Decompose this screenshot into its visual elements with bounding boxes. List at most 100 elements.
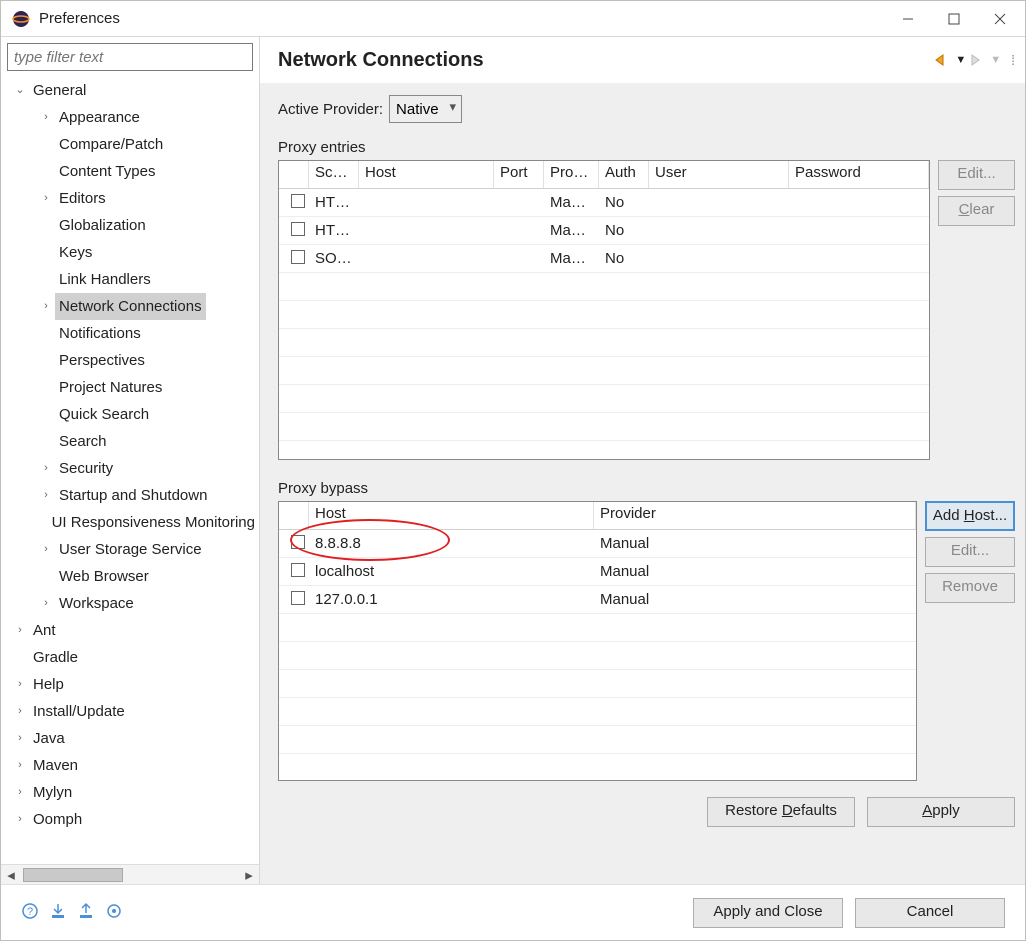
chevron-right-icon[interactable]: ›: [37, 482, 55, 509]
tree-item-maven[interactable]: ›Maven: [1, 752, 259, 779]
chevron-right-icon[interactable]: ›: [37, 536, 55, 563]
col-bypass-host[interactable]: Host: [309, 502, 594, 529]
sidebar-horizontal-scrollbar[interactable]: ◂ ▸: [1, 864, 259, 884]
col-password[interactable]: Password: [789, 161, 929, 188]
tree-item-oomph[interactable]: ›Oomph: [1, 806, 259, 833]
tree-item-globalization[interactable]: Globalization: [1, 212, 259, 239]
scroll-left-icon[interactable]: ◂: [1, 866, 21, 884]
preferences-window: Preferences ⌄General›AppearanceCompare/P…: [0, 0, 1026, 941]
tree-item-ui-responsiveness-monitoring[interactable]: UI Responsiveness Monitoring: [1, 509, 259, 536]
tree-item-label: Editors: [55, 185, 110, 212]
col-scheme[interactable]: Sch…: [309, 161, 359, 188]
tree-item-keys[interactable]: Keys: [1, 239, 259, 266]
tree-item-quick-search[interactable]: Quick Search: [1, 401, 259, 428]
table-row[interactable]: HT…Ma…No: [279, 217, 929, 245]
col-auth[interactable]: Auth: [599, 161, 649, 188]
chevron-right-icon[interactable]: ›: [11, 617, 29, 644]
tree-item-appearance[interactable]: ›Appearance: [1, 104, 259, 131]
restore-defaults-button[interactable]: Restore Defaults: [707, 797, 855, 827]
table-row[interactable]: 8.8.8.8Manual: [279, 530, 916, 558]
page-title: Network Connections: [278, 49, 935, 72]
proxy-bypass-table[interactable]: Host Provider 8.8.8.8ManuallocalhostManu…: [278, 501, 917, 781]
chevron-right-icon[interactable]: ›: [37, 185, 55, 212]
chevron-right-icon[interactable]: ›: [11, 671, 29, 698]
proxy-entries-table[interactable]: Sch… Host Port Pro… Auth User Password H…: [278, 160, 930, 460]
table-row[interactable]: 127.0.0.1Manual: [279, 586, 916, 614]
checkbox[interactable]: [291, 250, 305, 264]
table-row[interactable]: HT…Ma…No: [279, 189, 929, 217]
window-title: Preferences: [39, 10, 120, 27]
chevron-down-icon[interactable]: ⌄: [11, 77, 29, 104]
chevron-right-icon[interactable]: ›: [37, 104, 55, 131]
col-port[interactable]: Port: [494, 161, 544, 188]
maximize-button[interactable]: [931, 2, 977, 36]
col-bypass-provider[interactable]: Provider: [594, 502, 916, 529]
tree-item-ant[interactable]: ›Ant: [1, 617, 259, 644]
oomph-icon[interactable]: [105, 902, 123, 924]
apply-button[interactable]: Apply: [867, 797, 1015, 827]
tree-item-project-natures[interactable]: Project Natures: [1, 374, 259, 401]
tree-item-startup-and-shutdown[interactable]: ›Startup and Shutdown: [1, 482, 259, 509]
tree-item-perspectives[interactable]: Perspectives: [1, 347, 259, 374]
checkbox[interactable]: [291, 535, 305, 549]
scroll-right-icon[interactable]: ▸: [239, 866, 259, 884]
tree-item-general[interactable]: ⌄General: [1, 77, 259, 104]
chevron-right-icon[interactable]: ›: [37, 590, 55, 617]
col-user[interactable]: User: [649, 161, 789, 188]
apply-and-close-button[interactable]: Apply and Close: [693, 898, 843, 928]
active-provider-select[interactable]: Native: [389, 95, 462, 123]
tree-item-user-storage-service[interactable]: ›User Storage Service: [1, 536, 259, 563]
tree-item-network-connections[interactable]: ›Network Connections: [1, 293, 259, 320]
checkbox[interactable]: [291, 591, 305, 605]
chevron-right-icon[interactable]: ›: [11, 698, 29, 725]
col-provider[interactable]: Pro…: [544, 161, 599, 188]
tree-item-help[interactable]: ›Help: [1, 671, 259, 698]
view-menu-icon[interactable]: ⁞: [1011, 52, 1015, 68]
tree-item-search[interactable]: Search: [1, 428, 259, 455]
chevron-right-icon[interactable]: ›: [11, 752, 29, 779]
proxy-clear-button[interactable]: Clear: [938, 196, 1015, 226]
checkbox[interactable]: [291, 194, 305, 208]
tree-item-workspace[interactable]: ›Workspace: [1, 590, 259, 617]
cancel-button[interactable]: Cancel: [855, 898, 1005, 928]
tree-item-content-types[interactable]: Content Types: [1, 158, 259, 185]
tree-item-label: Globalization: [55, 212, 150, 239]
tree-item-security[interactable]: ›Security: [1, 455, 259, 482]
tree-item-editors[interactable]: ›Editors: [1, 185, 259, 212]
bypass-edit-button[interactable]: Edit...: [925, 537, 1015, 567]
forward-button[interactable]: [970, 54, 986, 66]
proxy-edit-button[interactable]: Edit...: [938, 160, 1015, 190]
back-dropdown-icon[interactable]: ▼: [955, 54, 966, 66]
chevron-right-icon[interactable]: ›: [37, 293, 55, 320]
tree-item-mylyn[interactable]: ›Mylyn: [1, 779, 259, 806]
checkbox[interactable]: [291, 563, 305, 577]
tree-item-install-update[interactable]: ›Install/Update: [1, 698, 259, 725]
scroll-thumb[interactable]: [23, 868, 123, 882]
close-button[interactable]: [977, 2, 1023, 36]
tree-item-java[interactable]: ›Java: [1, 725, 259, 752]
add-host-button[interactable]: Add Host...: [925, 501, 1015, 531]
chevron-right-icon[interactable]: ›: [37, 455, 55, 482]
tree-item-notifications[interactable]: Notifications: [1, 320, 259, 347]
export-icon[interactable]: [77, 902, 95, 924]
checkbox[interactable]: [291, 222, 305, 236]
chevron-right-icon[interactable]: ›: [11, 725, 29, 752]
table-row[interactable]: SO…Ma…No: [279, 245, 929, 273]
bypass-remove-button[interactable]: Remove: [925, 573, 1015, 603]
back-button[interactable]: [935, 54, 951, 66]
tree-item-gradle[interactable]: Gradle: [1, 644, 259, 671]
tree-item-label: Project Natures: [55, 374, 166, 401]
preferences-tree[interactable]: ⌄General›AppearanceCompare/PatchContent …: [1, 75, 259, 864]
chevron-right-icon[interactable]: ›: [11, 806, 29, 833]
col-host[interactable]: Host: [359, 161, 494, 188]
help-icon[interactable]: ?: [21, 902, 39, 924]
tree-item-web-browser[interactable]: Web Browser: [1, 563, 259, 590]
tree-item-compare-patch[interactable]: Compare/Patch: [1, 131, 259, 158]
filter-input[interactable]: [7, 43, 253, 71]
import-icon[interactable]: [49, 902, 67, 924]
table-row[interactable]: localhostManual: [279, 558, 916, 586]
forward-dropdown-icon[interactable]: ▼: [990, 54, 1001, 66]
minimize-button[interactable]: [885, 2, 931, 36]
chevron-right-icon[interactable]: ›: [11, 779, 29, 806]
tree-item-link-handlers[interactable]: Link Handlers: [1, 266, 259, 293]
